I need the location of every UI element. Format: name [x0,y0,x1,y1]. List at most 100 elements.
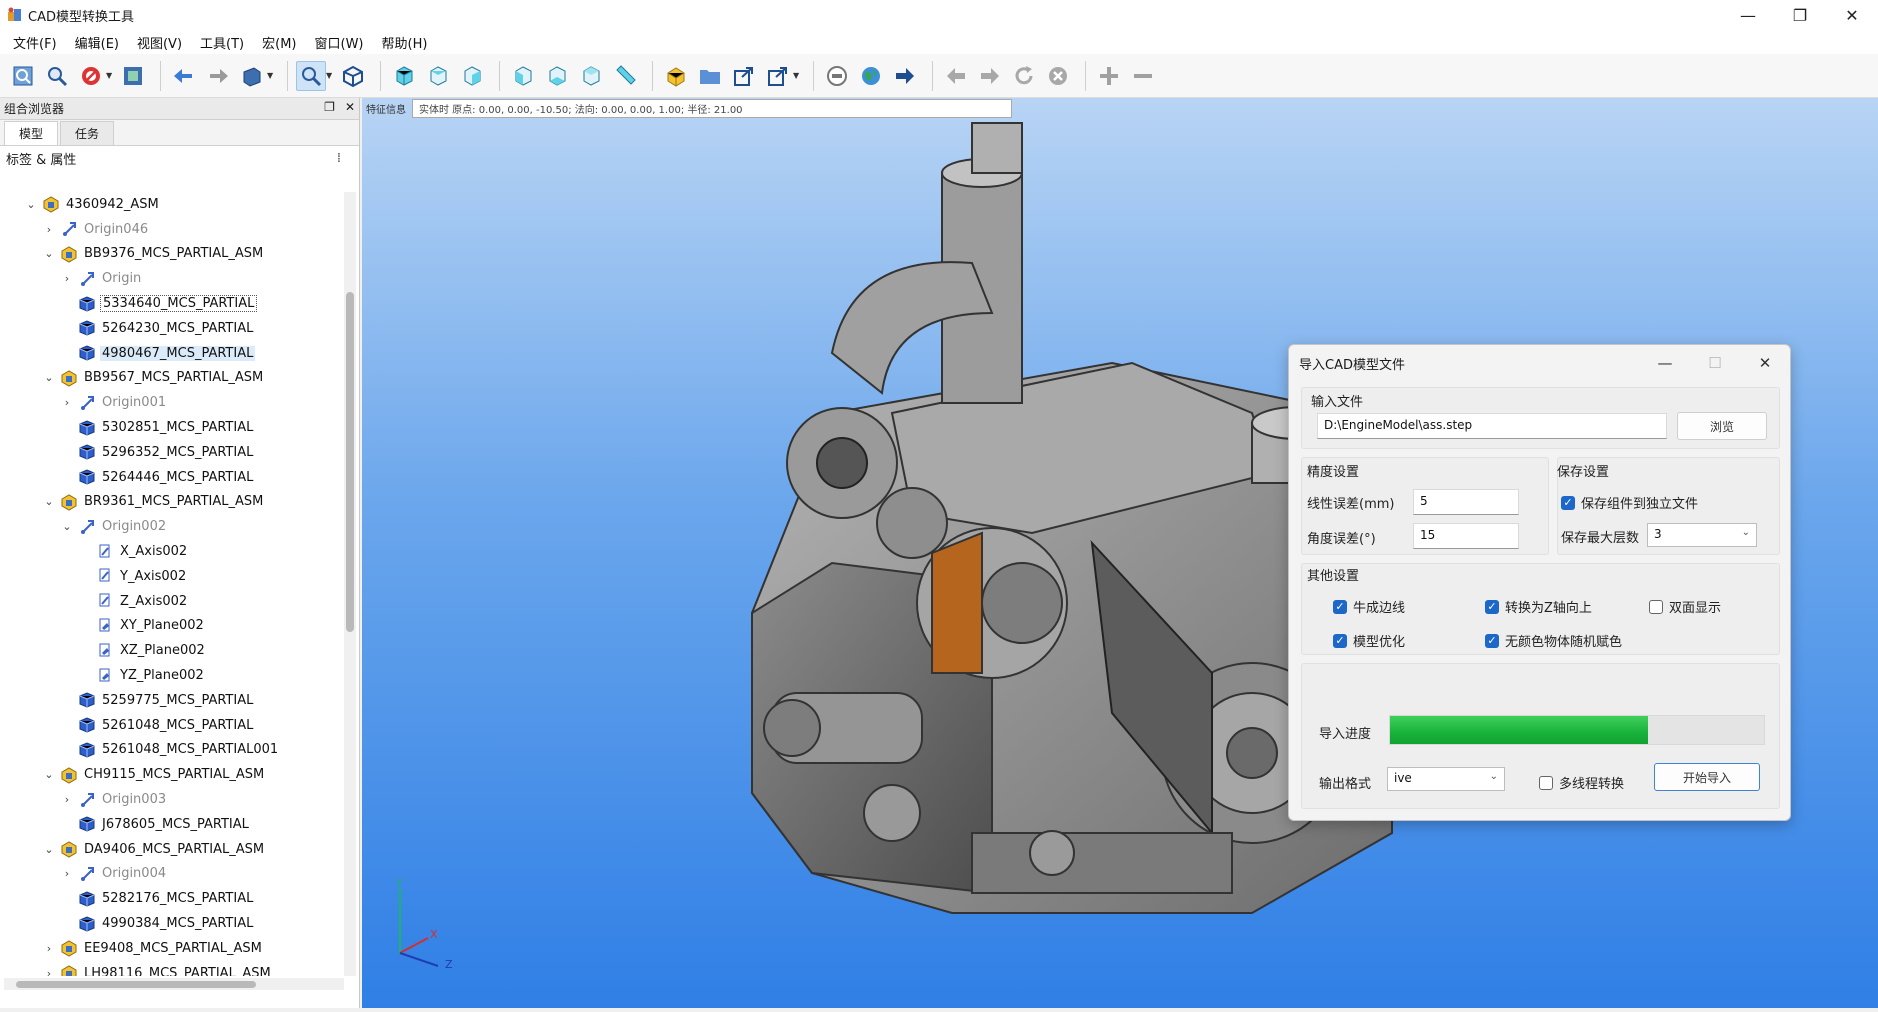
zoom-dropdown-icon[interactable]: ▼ [326,71,334,80]
tree-item[interactable]: 5302851_MCS_PARTIAL [0,415,342,440]
collapse-chevron-icon[interactable]: ⌄ [60,520,74,533]
menu-edit[interactable]: 编辑(E) [66,33,128,52]
history-forward-icon[interactable] [975,61,1005,91]
tree-item[interactable]: 5261048_MCS_PARTIAL [0,713,342,738]
random-color-checkbox[interactable]: ✓ 无颜色物体随机赋色 [1485,631,1622,650]
tree-item[interactable]: › Origin003 [0,787,342,812]
part-icon[interactable] [661,61,691,91]
expand-chevron-icon[interactable]: › [60,272,74,285]
linear-error-field[interactable]: 5 [1413,489,1519,515]
tree-horizontal-scrollbar[interactable] [4,978,344,990]
stop-circle-icon[interactable] [822,61,852,91]
z-up-checkbox[interactable]: ✓ 转换为Z轴向上 [1485,597,1592,616]
tree-item[interactable]: ⌄ BB9376_MCS_PARTIAL_ASM [0,242,342,267]
front-view-icon[interactable] [389,61,419,91]
scrollbar-thumb[interactable] [16,981,256,988]
view-cube-icon[interactable] [237,61,267,91]
menu-tools[interactable]: 工具(T) [191,33,253,52]
tree-item[interactable]: › Origin001 [0,390,342,415]
tree-item[interactable]: ⌄ CH9115_MCS_PARTIAL_ASM [0,762,342,787]
collapse-chevron-icon[interactable]: ⌄ [42,371,56,384]
tree-item[interactable]: YZ_Plane002 [0,663,342,688]
tree-item[interactable]: 5296352_MCS_PARTIAL [0,440,342,465]
angular-error-field[interactable]: 15 [1413,523,1519,549]
expand-chevron-icon[interactable]: › [60,396,74,409]
scrollbar-thumb[interactable] [346,292,354,632]
tree-item[interactable]: › Origin [0,266,342,291]
tree-item[interactable]: ⌄ 4360942_ASM [0,192,342,217]
tree-item[interactable]: 5261048_MCS_PARTIAL001 [0,738,342,763]
browse-button[interactable]: 浏览 [1677,412,1767,440]
collapse-chevron-icon[interactable]: ⌄ [24,198,38,211]
tree-item[interactable]: › Origin046 [0,217,342,242]
menu-window[interactable]: 窗口(W) [306,33,373,52]
multithread-checkbox[interactable]: 多线程转换 [1539,773,1624,792]
measure-icon[interactable] [610,61,640,91]
left-view-icon[interactable] [576,61,606,91]
collapse-chevron-icon[interactable]: ⌄ [42,768,56,781]
tree-vertical-scrollbar[interactable] [344,192,356,976]
tree-item[interactable]: ⌄ Origin002 [0,514,342,539]
box-select-icon[interactable] [118,61,148,91]
menu-file[interactable]: 文件(F) [4,33,66,52]
menu-macro[interactable]: 宏(M) [253,33,305,52]
globe-icon[interactable] [856,61,886,91]
generate-edges-checkbox[interactable]: ✓ 牛成边线 [1333,597,1405,616]
output-format-select[interactable]: ive ⌄ [1387,767,1505,791]
close-button[interactable]: ✕ [1826,0,1878,30]
dialog-close-button[interactable]: ✕ [1740,345,1790,381]
tree-item[interactable]: ⌄ DA9406_MCS_PARTIAL_ASM [0,837,342,862]
maximize-button[interactable]: ❐ [1774,0,1826,30]
collapse-chevron-icon[interactable]: ⌄ [42,247,56,260]
stop-dropdown-icon[interactable]: ▼ [106,71,114,80]
tree-item[interactable]: 4990384_MCS_PARTIAL [0,911,342,936]
tree-item[interactable]: XZ_Plane002 [0,638,342,663]
tab-model[interactable]: 模型 [4,121,59,145]
start-import-button[interactable]: 开始导入 [1654,763,1760,791]
tree-item[interactable]: Z_Axis002 [0,589,342,614]
bottom-view-icon[interactable] [542,61,572,91]
collapse-chevron-icon[interactable]: ⌄ [42,843,56,856]
stop-icon[interactable] [76,61,106,91]
tree-item[interactable]: X_Axis002 [0,539,342,564]
isometric-icon[interactable] [338,61,368,91]
history-back-icon[interactable] [941,61,971,91]
menu-view[interactable]: 视图(V) [128,33,191,52]
tree-item[interactable]: ⌄ BB9567_MCS_PARTIAL_ASM [0,366,342,391]
right-view-icon[interactable] [457,61,487,91]
view-dropdown-icon[interactable]: ▼ [267,71,275,80]
select-icon[interactable] [8,61,38,91]
refresh-icon[interactable] [1009,61,1039,91]
tree-item[interactable]: 5334640_MCS_PARTIAL [0,291,342,316]
tree-item[interactable]: 5264446_MCS_PARTIAL [0,465,342,490]
export-dropdown-icon[interactable] [763,61,793,91]
dialog-minimize-button[interactable]: — [1640,345,1690,381]
export-more-icon[interactable]: ▼ [793,71,801,80]
tab-tasks[interactable]: 任务 [60,121,115,145]
expand-chevron-icon[interactable]: › [42,967,56,976]
minimize-button[interactable]: — [1722,0,1774,30]
top-view-icon[interactable] [423,61,453,91]
tree-item[interactable]: ⌄ BR9361_MCS_PARTIAL_ASM [0,490,342,515]
zoom-region-icon[interactable] [42,61,72,91]
expand-chevron-icon[interactable]: › [42,223,56,236]
menu-help[interactable]: 帮助(H) [373,33,437,52]
tree-item[interactable]: 5264230_MCS_PARTIAL [0,316,342,341]
save-separate-checkbox[interactable]: ✓ 保存组件到独立文件 [1561,493,1698,512]
float-panel-icon[interactable]: ❐ [324,100,335,114]
input-path-field[interactable]: D:\EngineModel\ass.step [1317,413,1667,439]
collapse-chevron-icon[interactable]: ⌄ [42,495,56,508]
zoom-out-icon[interactable] [1128,61,1158,91]
expand-chevron-icon[interactable]: › [42,942,56,955]
tree-item[interactable]: › LH98116_MCS_PARTIAL_ASM [0,961,342,976]
tree-item[interactable]: 5259775_MCS_PARTIAL [0,688,342,713]
double-sided-checkbox[interactable]: 双面显示 [1649,597,1721,616]
folder-icon[interactable] [695,61,725,91]
tree-item[interactable]: Y_Axis002 [0,564,342,589]
navigate-forward-icon[interactable] [890,61,920,91]
tree-item[interactable]: J678605_MCS_PARTIAL [0,812,342,837]
tree-item[interactable]: › Origin004 [0,862,342,887]
cancel-icon[interactable] [1043,61,1073,91]
dialog-maximize-button[interactable]: ☐ [1690,345,1740,381]
export-icon[interactable] [729,61,759,91]
